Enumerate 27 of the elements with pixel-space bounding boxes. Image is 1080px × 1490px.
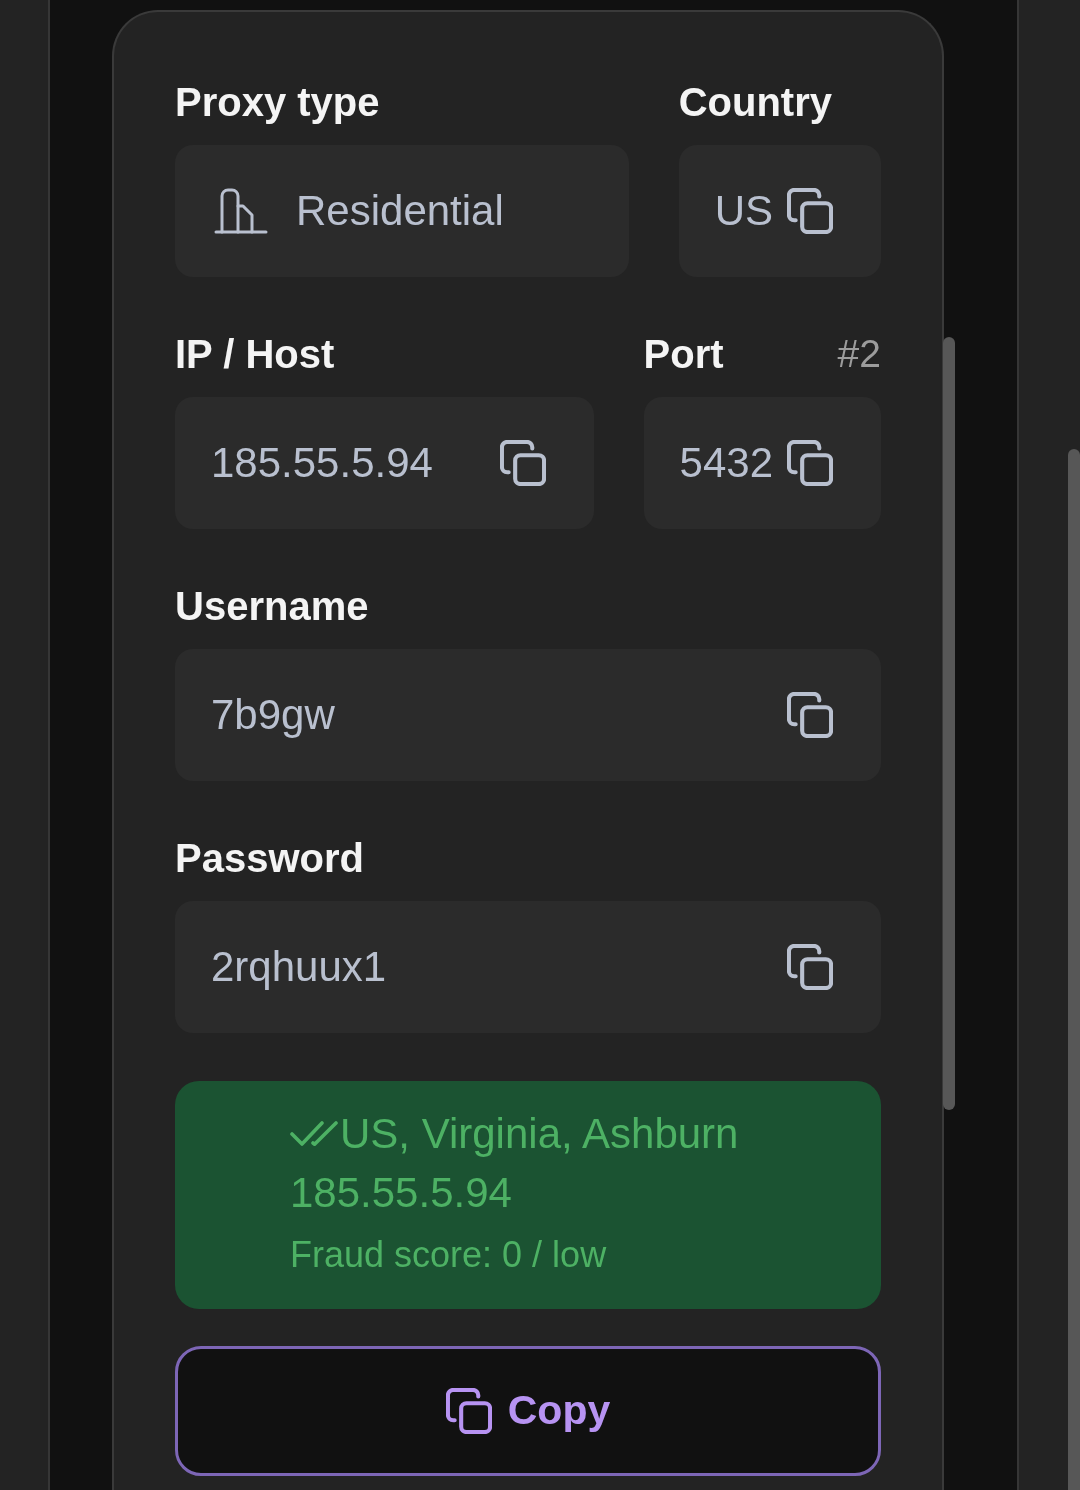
field-label: IP / Host xyxy=(175,331,335,377)
copy-icon[interactable] xyxy=(787,440,833,486)
double-check-icon xyxy=(290,1120,338,1148)
copy-icon[interactable] xyxy=(787,944,833,990)
scrollbar-thumb[interactable] xyxy=(1068,449,1080,1490)
field-value: Residential xyxy=(296,186,504,236)
field-value: 2rqhuux1 xyxy=(211,942,387,992)
copy-icon[interactable] xyxy=(787,692,833,738)
index-label: #2 xyxy=(837,331,881,377)
field-label: Port xyxy=(643,331,724,377)
copy-icon xyxy=(445,1388,492,1434)
scrollbar-thumb[interactable] xyxy=(943,337,955,1110)
fraud-score-text: Fraud score: 0 / low xyxy=(290,1234,607,1275)
field-value: US xyxy=(714,186,773,236)
copy-button[interactable]: Copy xyxy=(175,1346,881,1476)
copy-icon[interactable] xyxy=(499,440,546,486)
field-label: Password xyxy=(175,835,364,881)
copy-icon[interactable] xyxy=(787,188,833,234)
ip-text: 185.55.5.94 xyxy=(290,1169,512,1216)
field-value: 5432 xyxy=(679,438,773,488)
field-label: Country xyxy=(678,79,832,125)
location-text: US, Virginia, Ashburn xyxy=(340,1109,739,1159)
building-icon xyxy=(214,188,268,234)
field-label: Proxy type xyxy=(175,79,380,125)
field-value: 185.55.5.94 xyxy=(211,438,433,488)
field-value: 7b9gw xyxy=(211,690,335,740)
field-label: Username xyxy=(175,583,369,629)
